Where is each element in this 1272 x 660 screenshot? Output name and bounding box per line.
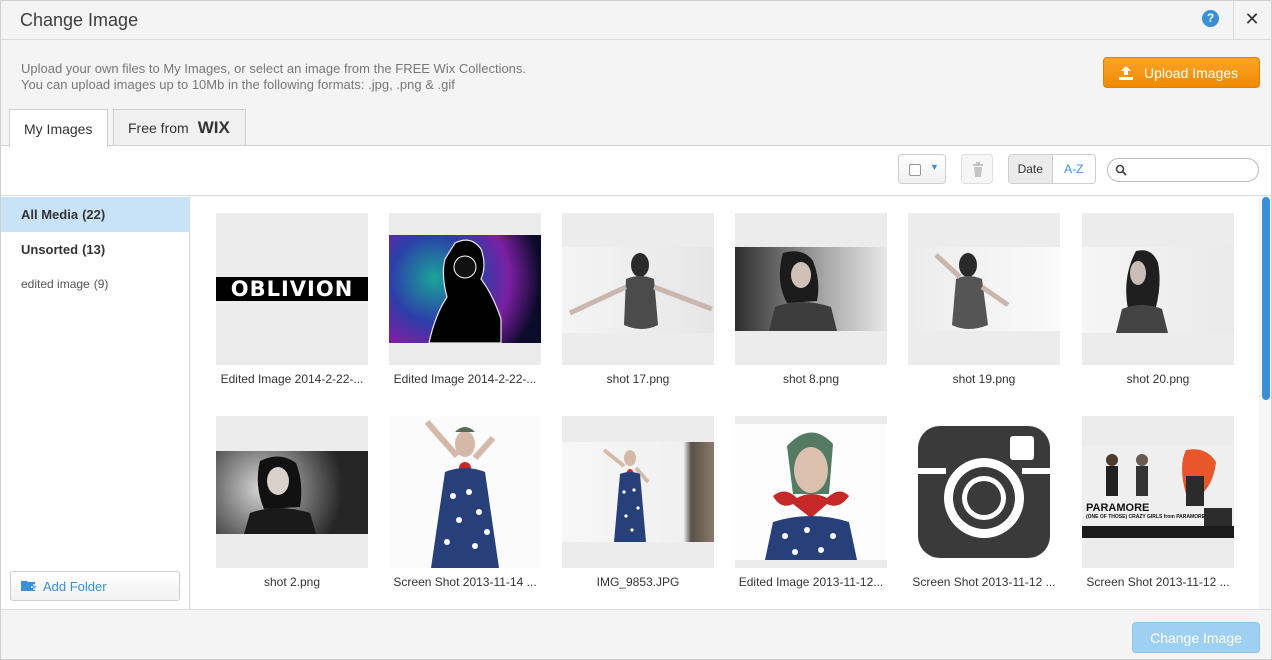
intro-text: Upload your own files to My Images, or s… <box>21 61 526 93</box>
dialog-footer: Change Image <box>1 609 1271 659</box>
image-thumbnail[interactable]: OBLIVION <box>216 213 368 365</box>
search-icon <box>1115 164 1127 176</box>
upload-icon <box>1118 65 1134 81</box>
folder-sidebar: All Media (22) Unsorted (13) edited imag… <box>1 196 190 609</box>
upload-images-label: Upload Images <box>1144 64 1239 81</box>
photo-image <box>216 451 368 534</box>
image-thumbnail[interactable] <box>908 213 1060 365</box>
title-divider <box>1233 1 1234 39</box>
trash-icon <box>973 162 983 177</box>
paramore-subtitle: (ONE OF THOSE) CRAZY GIRLS from PARAMORE <box>1086 514 1205 520</box>
image-name: shot 2.png <box>263 575 321 589</box>
photo-image <box>735 424 887 560</box>
photo-image <box>1082 247 1234 333</box>
image-name: shot 17.png <box>606 372 670 386</box>
oblivion-thumbnail: OBLIVION <box>216 277 368 301</box>
neon-portrait-image <box>389 235 541 344</box>
paramore-image <box>1082 446 1234 538</box>
help-icon[interactable]: ? <box>1202 10 1219 27</box>
image-tile[interactable]: shot 19.png <box>908 213 1060 386</box>
image-tile[interactable]: Edited Image 2013-11-12... <box>735 416 887 589</box>
tab-free-from-wix[interactable]: Free from WIX <box>113 109 246 146</box>
image-thumbnail[interactable] <box>562 416 714 568</box>
folder-count: (9) <box>93 276 109 291</box>
tab-free-from-label: Free from <box>128 120 189 136</box>
image-name: Edited Image 2013-11-12... <box>738 575 884 589</box>
image-name: Screen Shot 2013-11-12 ... <box>1086 575 1230 589</box>
image-name: shot 20.png <box>1126 372 1190 386</box>
intro-line-2: You can upload images up to 10Mb in the … <box>21 77 455 92</box>
image-tile[interactable]: Screen Shot 2013-11-12 ... <box>908 416 1060 589</box>
folder-label: All Media <box>21 207 79 222</box>
photo-image <box>389 416 541 568</box>
search-input[interactable] <box>1107 158 1259 182</box>
image-tile[interactable]: IMG_9853.JPG <box>562 416 714 589</box>
folder-count: (13) <box>82 242 106 257</box>
photo-image <box>735 247 887 331</box>
change-image-button[interactable]: Change Image <box>1132 622 1260 653</box>
upload-images-button[interactable]: Upload Images <box>1103 57 1260 88</box>
image-thumbnail[interactable] <box>735 416 887 568</box>
photo-image <box>908 247 1060 331</box>
image-name: shot 19.png <box>952 372 1016 386</box>
image-tile[interactable]: shot 2.png <box>216 416 368 589</box>
sort-az-button[interactable]: A-Z <box>1053 155 1096 183</box>
add-folder-label: Add Folder <box>43 578 107 594</box>
folder-count: (22) <box>82 207 106 222</box>
image-thumbnail[interactable] <box>908 416 1060 568</box>
dialog-title: Change Image <box>20 10 139 30</box>
folder-label: Unsorted <box>21 242 79 257</box>
title-bar: Change Image ? ✕ <box>1 1 1271 40</box>
image-name: shot 8.png <box>782 372 840 386</box>
caret-down-icon: ▼ <box>930 162 939 172</box>
image-tile[interactable]: PARAMORE (ONE OF THOSE) CRAZY GIRLS from… <box>1082 416 1234 589</box>
add-folder-icon <box>21 581 37 591</box>
media-toolbar: ▼ Date A-Z <box>1 145 1271 196</box>
image-tile[interactable]: Screen Shot 2013-11-14 ... <box>389 416 541 589</box>
folder-label: edited image <box>21 276 90 291</box>
image-tile[interactable]: Edited Image 2014-2-22-... <box>389 213 541 386</box>
folder-unsorted[interactable]: Unsorted (13) <box>1 232 189 267</box>
photo-image <box>562 442 714 542</box>
image-thumbnail[interactable] <box>562 213 714 365</box>
image-tile[interactable]: OBLIVION Edited Image 2014-2-22-... <box>216 213 368 386</box>
image-thumbnail[interactable] <box>216 416 368 568</box>
image-thumbnail[interactable]: PARAMORE (ONE OF THOSE) CRAZY GIRLS from… <box>1082 416 1234 568</box>
image-name: IMG_9853.JPG <box>596 575 680 589</box>
image-name: Edited Image 2014-2-22-... <box>393 372 537 386</box>
image-name: Edited Image 2014-2-22-... <box>220 372 364 386</box>
sort-toggle: Date A-Z <box>1008 154 1096 184</box>
tab-my-images-label: My Images <box>24 120 93 137</box>
grid-scrollbar-thumb[interactable] <box>1262 197 1270 400</box>
image-thumbnail[interactable] <box>389 416 541 568</box>
delete-button[interactable] <box>961 154 993 184</box>
camera-icon <box>918 426 1050 558</box>
image-tile[interactable]: shot 17.png <box>562 213 714 386</box>
close-icon[interactable]: ✕ <box>1238 5 1266 33</box>
photo-image <box>562 247 714 333</box>
change-image-dialog: Change Image ? ✕ Upload your own files t… <box>0 0 1272 660</box>
image-thumbnail[interactable] <box>735 213 887 365</box>
image-thumbnail[interactable] <box>1082 213 1234 365</box>
image-name: Screen Shot 2013-11-14 ... <box>393 575 537 589</box>
image-tile[interactable]: shot 8.png <box>735 213 887 386</box>
intro-line-1: Upload your own files to My Images, or s… <box>21 61 527 76</box>
image-name: Screen Shot 2013-11-12 ... <box>912 575 1056 589</box>
add-folder-button[interactable]: Add Folder <box>10 571 180 601</box>
tab-my-images[interactable]: My Images <box>9 109 108 147</box>
paramore-title: PARAMORE <box>1086 502 1150 514</box>
image-thumbnail[interactable] <box>389 213 541 365</box>
select-dropdown[interactable]: ▼ <box>898 154 946 184</box>
image-grid: OBLIVION Edited Image 2014-2-22-... Edit… <box>191 196 1259 609</box>
folder-edited-image[interactable]: edited image (9) <box>1 266 189 301</box>
sort-date-button[interactable]: Date <box>1009 155 1053 183</box>
folder-all-media[interactable]: All Media (22) <box>1 197 189 232</box>
wix-logo: WIX <box>197 118 230 137</box>
select-all-checkbox[interactable] <box>909 164 921 176</box>
image-tile[interactable]: shot 20.png <box>1082 213 1234 386</box>
